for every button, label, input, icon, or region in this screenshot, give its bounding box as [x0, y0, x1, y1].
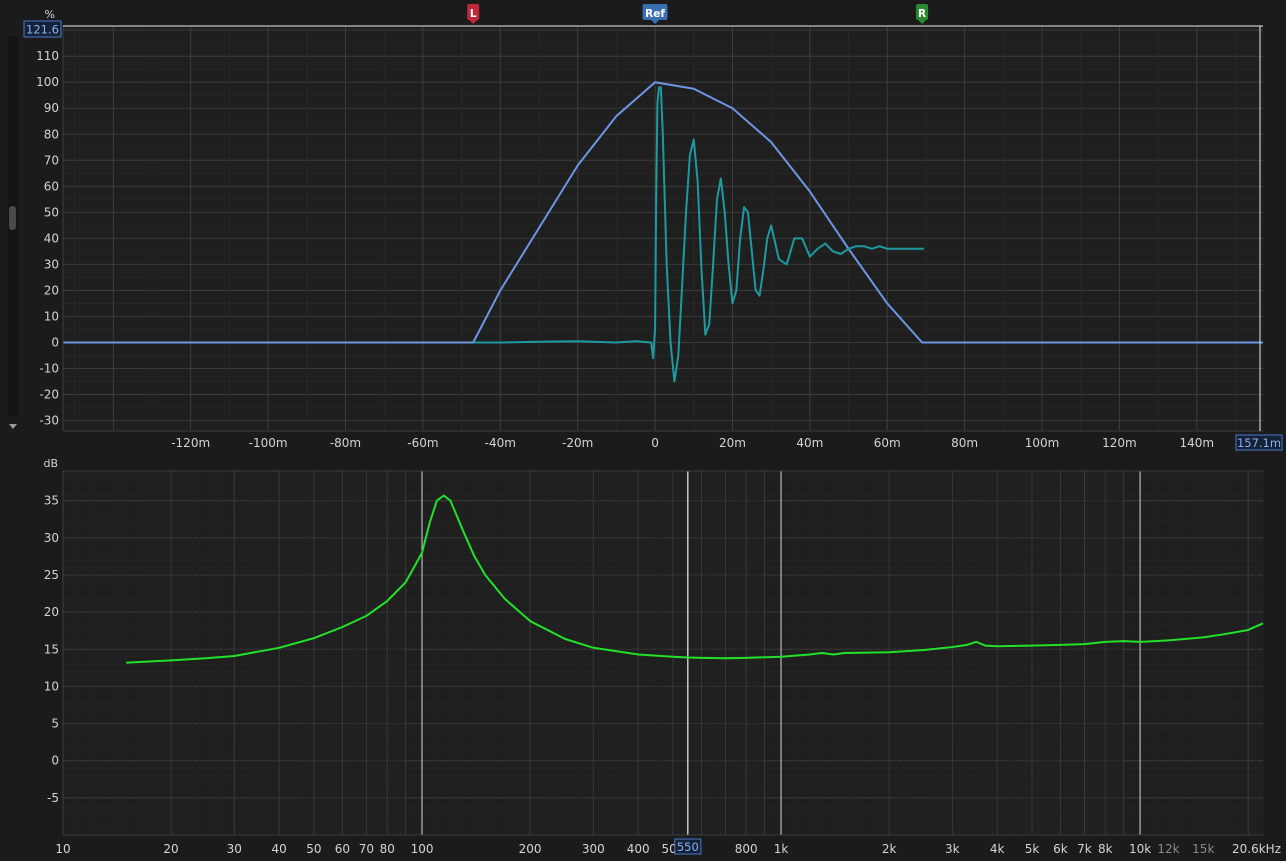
analyzer-display: 1101009080706050403020100-10-20-30 -120m…	[0, 0, 1286, 861]
impulse-x-tick-label: -80m	[330, 436, 361, 450]
impulse-x-tick-label: 20m	[719, 436, 746, 450]
impulse-x-tick-label: 120m	[1102, 436, 1137, 450]
frequency-x-tick-label: 70	[359, 842, 374, 856]
svg-text:157.1m: 157.1m	[1237, 436, 1281, 450]
impulse-y-unit: %	[45, 8, 55, 21]
frequency-x-tick-label: 100	[411, 842, 434, 856]
frequency-x-tick-label: 20	[163, 842, 178, 856]
impulse-x-tick-label: 0	[651, 436, 659, 450]
impulse-y-tick-label: 60	[44, 179, 59, 193]
impulse-y-tick-label: -30	[39, 414, 59, 428]
impulse-x-tick-label: 60m	[874, 436, 901, 450]
frequency-y-unit: dB	[43, 457, 58, 470]
impulse-y-tick-label: -10	[39, 362, 59, 376]
impulse-x-tick-label: -40m	[485, 436, 516, 450]
frequency-x-tick-label: 10k	[1129, 842, 1151, 856]
frequency-x-tick-label: 6k	[1053, 842, 1068, 856]
frequency-y-tick-label: 25	[44, 568, 59, 582]
impulse-y-tick-label: 110	[36, 49, 59, 63]
left-window-marker-label: L	[470, 8, 477, 20]
frequency-x-tick-label: 2k	[882, 842, 897, 856]
impulse-y-tick-label: 50	[44, 205, 59, 219]
impulse-y-tick-label: 100	[36, 75, 59, 89]
impulse-x-tick-label: -20m	[562, 436, 593, 450]
impulse-y-tick-label: -20	[39, 388, 59, 402]
impulse-y-tick-label: 0	[51, 336, 59, 350]
impulse-x-tick-label: 40m	[796, 436, 823, 450]
frequency-y-tick-label: 20	[44, 605, 59, 619]
frequency-x-tick-label: 7k	[1077, 842, 1092, 856]
impulse-y-tick-label: 30	[44, 257, 59, 271]
impulse-x-tick-label: 80m	[951, 436, 978, 450]
frequency-x-tick-label: 3k	[945, 842, 960, 856]
impulse-y-tick-label: 10	[44, 309, 59, 323]
frequency-y-tick-label: 35	[44, 494, 59, 508]
frequency-y-tick-label: 30	[44, 531, 59, 545]
impulse-y-max-readout[interactable]: 121.6	[23, 20, 62, 38]
frequency-y-tick-label: 10	[44, 679, 59, 693]
frequency-x-tick-label: 20.6kHz	[1232, 842, 1281, 856]
frequency-x-tick-label: 10	[55, 842, 70, 856]
frequency-cursor-readout[interactable]: 550	[674, 838, 702, 855]
svg-text:121.6: 121.6	[26, 23, 59, 37]
frequency-x-tick-label: 50	[306, 842, 321, 856]
impulse-y-tick-label: 20	[44, 283, 59, 297]
frequency-x-tick-label: 80	[380, 842, 395, 856]
frequency-x-tick-label: 1k	[774, 842, 789, 856]
frequency-x-tick-label: 60	[335, 842, 350, 856]
frequency-x-tick-label: 300	[582, 842, 605, 856]
impulse-x-tick-label: -60m	[407, 436, 438, 450]
frequency-x-tick-label: 800	[735, 842, 758, 856]
impulse-x-tick-label: 140m	[1180, 436, 1215, 450]
impulse-x-max-readout[interactable]: 157.1m	[1235, 434, 1283, 451]
frequency-x-tick-label: 400	[627, 842, 650, 856]
frequency-x-tick-label: 8k	[1098, 842, 1113, 856]
frequency-x-tick-label: 15k	[1192, 842, 1214, 856]
frequency-y-tick-label: 5	[51, 717, 59, 731]
frequency-x-tick-label: 40	[272, 842, 287, 856]
reference-marker-label: Ref	[645, 8, 665, 20]
impulse-x-tick-label: -100m	[249, 436, 288, 450]
frequency-x-tick-label: 200	[519, 842, 542, 856]
frequency-y-tick-label: 0	[51, 754, 59, 768]
impulse-y-tick-label: 40	[44, 231, 59, 245]
frequency-y-tick-label: -5	[47, 791, 59, 805]
frequency-x-tick-label: 4k	[990, 842, 1005, 856]
vertical-scrollbar-thumb[interactable]	[9, 206, 16, 230]
frequency-x-tick-label: 5k	[1025, 842, 1040, 856]
right-window-marker-label: R	[918, 8, 926, 20]
impulse-y-tick-label: 70	[44, 153, 59, 167]
impulse-x-tick-label: -120m	[171, 436, 210, 450]
frequency-x-tick-label: 12k	[1157, 842, 1179, 856]
frequency-x-tick-label: 30	[227, 842, 242, 856]
impulse-x-tick-label: 100m	[1025, 436, 1060, 450]
impulse-y-tick-label: 80	[44, 127, 59, 141]
impulse-y-tick-label: 90	[44, 101, 59, 115]
frequency-y-tick-label: 15	[44, 642, 59, 656]
svg-text:550: 550	[677, 840, 699, 854]
frequency-x-axis: 10 20 30 40 50 60 70 80 100 200 300 400 500 800 1k 2k 3k…	[55, 842, 1281, 856]
impulse-plot-area[interactable]	[63, 26, 1263, 431]
